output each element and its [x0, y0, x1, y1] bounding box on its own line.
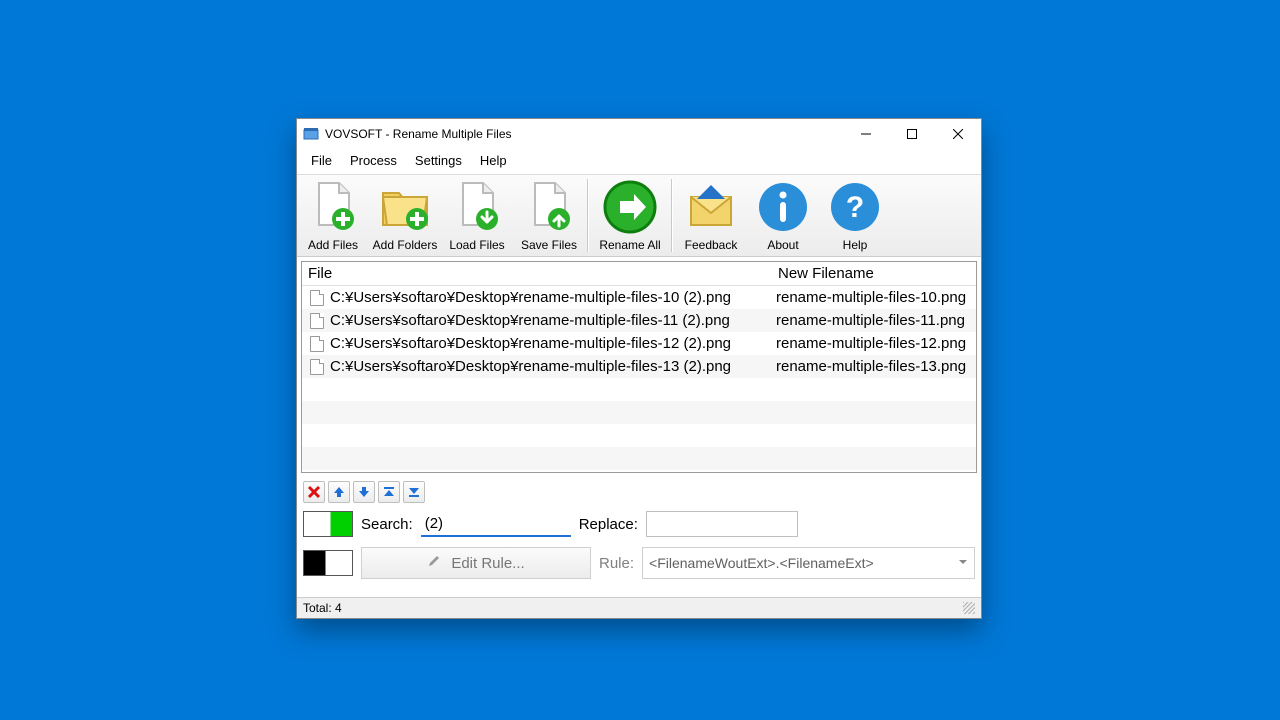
toolbar-separator [587, 179, 589, 252]
file-save-icon [521, 179, 577, 235]
table-row[interactable]: C:¥Users¥softaro¥Desktop¥rename-multiple… [302, 355, 976, 378]
edit-rule-label: Edit Rule... [451, 555, 524, 572]
toolbar-label: Add Folders [369, 238, 441, 252]
titlebar[interactable]: VOVSOFT - Rename Multiple Files [297, 119, 981, 149]
toolbar-label: Rename All [591, 238, 669, 252]
rule-label: Rule: [599, 555, 634, 572]
search-input[interactable] [421, 511, 571, 537]
info-icon [755, 179, 811, 235]
table-row [302, 401, 976, 424]
svg-text:?: ? [846, 191, 864, 224]
folder-add-icon [377, 179, 433, 235]
close-button[interactable] [935, 119, 981, 149]
status-bar: Total: 4 [297, 597, 981, 618]
menu-settings[interactable]: Settings [407, 151, 470, 170]
new-filename: rename-multiple-files-10.png [768, 289, 976, 306]
move-up-button[interactable] [328, 481, 350, 503]
toolbar: Add Files Add Folders Load Files Save Fi… [297, 174, 981, 257]
remove-button[interactable] [303, 481, 325, 503]
menu-help[interactable]: Help [472, 151, 515, 170]
table-row [302, 424, 976, 447]
arrow-right-circle-icon [602, 179, 658, 235]
window-title: VOVSOFT - Rename Multiple Files [325, 127, 843, 141]
toolbar-label: About [747, 238, 819, 252]
rule-input[interactable] [642, 547, 975, 579]
file-add-icon [305, 179, 361, 235]
feedback-button[interactable]: Feedback [675, 175, 747, 256]
list-header: File New Filename [302, 262, 976, 286]
table-row [302, 447, 976, 470]
rename-all-button[interactable]: Rename All [591, 175, 669, 256]
table-row[interactable]: C:¥Users¥softaro¥Desktop¥rename-multiple… [302, 286, 976, 309]
edit-rule-button[interactable]: Edit Rule... [361, 547, 591, 579]
resize-grip[interactable] [963, 602, 975, 614]
minimize-button[interactable] [843, 119, 889, 149]
menu-bar: File Process Settings Help [297, 149, 981, 174]
toolbar-label: Help [819, 238, 891, 252]
table-row[interactable]: C:¥Users¥softaro¥Desktop¥rename-multiple… [302, 332, 976, 355]
column-file[interactable]: File [302, 262, 772, 285]
column-new-filename[interactable]: New Filename [772, 262, 976, 285]
save-files-button[interactable]: Save Files [513, 175, 585, 256]
load-files-button[interactable]: Load Files [441, 175, 513, 256]
help-button[interactable]: ? Help [819, 175, 891, 256]
about-button[interactable]: About [747, 175, 819, 256]
replace-label: Replace: [579, 516, 638, 533]
menu-process[interactable]: Process [342, 151, 405, 170]
file-path: C:¥Users¥softaro¥Desktop¥rename-multiple… [330, 312, 730, 329]
new-filename: rename-multiple-files-11.png [768, 312, 976, 329]
file-icon [310, 336, 324, 352]
rule-toggle[interactable] [303, 550, 353, 576]
search-label: Search: [361, 516, 413, 533]
question-icon: ? [827, 179, 883, 235]
file-path: C:¥Users¥softaro¥Desktop¥rename-multiple… [330, 358, 731, 375]
file-list[interactable]: File New Filename C:¥Users¥softaro¥Deskt… [301, 261, 977, 473]
add-folders-button[interactable]: Add Folders [369, 175, 441, 256]
new-filename: rename-multiple-files-12.png [768, 335, 976, 352]
toolbar-label: Save Files [513, 238, 585, 252]
search-replace-toggle[interactable] [303, 511, 353, 537]
move-top-button[interactable] [378, 481, 400, 503]
move-bottom-button[interactable] [403, 481, 425, 503]
bottom-panel: Search: Replace: Edit Rule... Rule: [297, 477, 981, 597]
toolbar-label: Load Files [441, 238, 513, 252]
new-filename: rename-multiple-files-13.png [768, 358, 976, 375]
pencil-icon [427, 554, 441, 572]
toolbar-separator [671, 179, 673, 252]
file-icon [310, 359, 324, 375]
file-icon [310, 290, 324, 306]
menu-file[interactable]: File [303, 151, 340, 170]
status-total: Total: 4 [303, 601, 342, 615]
replace-input[interactable] [646, 511, 798, 537]
file-icon [310, 313, 324, 329]
app-window: VOVSOFT - Rename Multiple Files File Pro… [296, 118, 982, 619]
envelope-icon [683, 179, 739, 235]
file-path: C:¥Users¥softaro¥Desktop¥rename-multiple… [330, 289, 731, 306]
toolbar-label: Feedback [675, 238, 747, 252]
add-files-button[interactable]: Add Files [297, 175, 369, 256]
app-icon [303, 126, 319, 142]
maximize-button[interactable] [889, 119, 935, 149]
toolbar-label: Add Files [297, 238, 369, 252]
table-row[interactable]: C:¥Users¥softaro¥Desktop¥rename-multiple… [302, 309, 976, 332]
file-load-icon [449, 179, 505, 235]
table-row [302, 378, 976, 401]
file-path: C:¥Users¥softaro¥Desktop¥rename-multiple… [330, 335, 731, 352]
move-down-button[interactable] [353, 481, 375, 503]
